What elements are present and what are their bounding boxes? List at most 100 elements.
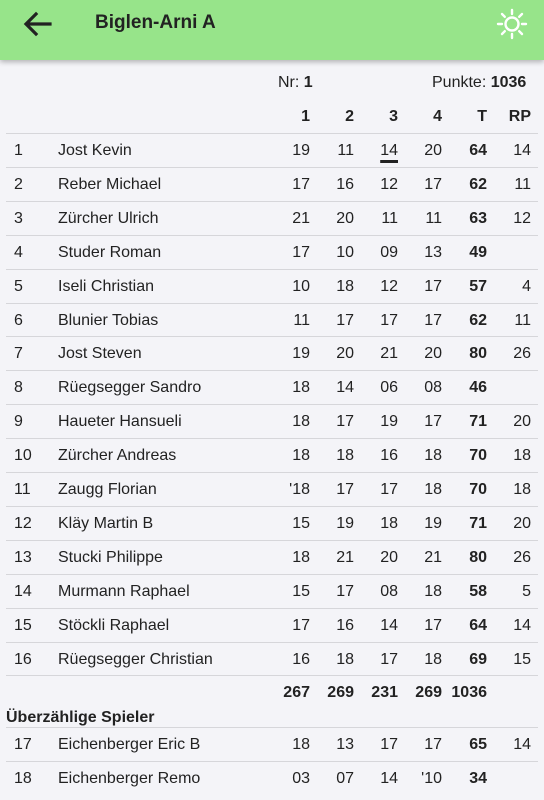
score-cell: 08: [424, 379, 442, 397]
total-cell: 63: [469, 209, 487, 227]
column-total-cell: 1036: [451, 684, 487, 702]
player-name-cell: Studer Roman: [58, 243, 162, 261]
score-cell: 13: [336, 736, 354, 753]
rp-cell: 14: [513, 736, 531, 753]
score-cell: 18: [380, 514, 398, 532]
table-row[interactable]: 13 Stucki Philippe 18 21 20 21 80 26: [6, 539, 538, 575]
rank-cell: 17: [14, 736, 32, 753]
table-row[interactable]: 17 Eichenberger Eric B 18 13 17 17 65 14: [6, 727, 538, 762]
score-cell: 18: [292, 548, 310, 566]
player-name-cell: Eichenberger Remo: [58, 769, 201, 787]
score-cell: 17: [292, 243, 310, 261]
total-cell: 58: [469, 582, 487, 600]
score-cell: 17: [292, 616, 310, 634]
score-cell: 16: [380, 447, 398, 465]
score-cell: 17: [380, 311, 398, 329]
score-cell: 14: [380, 616, 398, 634]
player-name-cell: Murmann Raphael: [58, 582, 190, 600]
totals-row: 267 269 231 269 1036: [6, 675, 538, 710]
table-row[interactable]: 11 Zaugg Florian '18 17 17 18 70 18: [6, 472, 538, 507]
score-cell: 20: [424, 142, 442, 159]
score-cell: 18: [292, 379, 310, 397]
total-cell: 71: [469, 413, 487, 431]
rp-cell: 5: [522, 582, 531, 600]
score-cell: 18: [424, 447, 442, 465]
score-cell: 19: [292, 142, 310, 159]
total-cell: 70: [469, 447, 487, 465]
player-name-cell: Stöckli Raphael: [58, 616, 170, 634]
theme-toggle-button[interactable]: [496, 8, 528, 40]
header-rp: RP: [508, 108, 531, 125]
table-row[interactable]: 5 Iseli Christian 10 18 12 17 57 4: [6, 268, 538, 304]
header-round-4: 4: [433, 108, 442, 125]
rank-cell: 10: [14, 447, 32, 465]
table-row[interactable]: 14 Murmann Raphael 15 17 08 18 58 5: [6, 573, 538, 609]
total-cell: 62: [469, 175, 487, 193]
score-cell: 17: [424, 175, 442, 193]
nr-value: 1: [303, 74, 313, 91]
score-cell: 21: [380, 345, 398, 363]
table-row[interactable]: 10 Zürcher Andreas 18 18 16 18 70 18: [6, 438, 538, 473]
table-row[interactable]: 7 Jost Steven 19 20 21 20 80 26: [6, 336, 538, 371]
score-cell: 03: [292, 769, 310, 787]
score-cell: 17: [424, 277, 442, 295]
column-total-cell: 267: [283, 684, 310, 702]
rank-cell: 11: [14, 481, 31, 498]
header-total: T: [477, 108, 487, 125]
score-cell: 06: [380, 379, 398, 397]
player-name-cell: Kläy Martin B: [58, 514, 154, 532]
total-cell: 71: [469, 514, 487, 532]
rp-cell: 12: [513, 209, 531, 227]
rank-cell: 5: [14, 277, 23, 295]
table-row[interactable]: 1 Jost Kevin 19 11 14 20 64 14: [6, 133, 538, 168]
rank-cell: 13: [14, 548, 32, 566]
score-cell: 10: [336, 243, 354, 261]
back-button[interactable]: [22, 10, 54, 38]
score-cell: 20: [336, 345, 354, 363]
score-cell: 19: [292, 345, 310, 363]
score-cell: 17: [424, 413, 442, 431]
rank-cell: 12: [14, 514, 32, 532]
score-cell: 21: [292, 209, 310, 227]
table-row[interactable]: 2 Reber Michael 17 16 12 17 62 11: [6, 166, 538, 202]
total-cell: 34: [469, 769, 487, 787]
column-total-cell: 269: [327, 684, 354, 702]
player-name-cell: Eichenberger Eric B: [58, 736, 201, 753]
table-row[interactable]: 15 Stöckli Raphael 17 16 14 17 64 14: [6, 607, 538, 643]
score-cell: '18: [289, 481, 310, 498]
rp-cell: 26: [513, 548, 531, 566]
table-row[interactable]: 3 Zürcher Ulrich 21 20 11 11 63 12: [6, 200, 538, 236]
table-row[interactable]: 4 Studer Roman 17 10 09 13 49: [6, 234, 538, 270]
score-cell: 18: [424, 650, 442, 668]
table-row[interactable]: 9 Haueter Hansueli 18 17 19 17 71 20: [6, 404, 538, 439]
score-cell: 19: [424, 514, 442, 532]
rank-cell: 15: [14, 616, 32, 634]
player-name-cell: Zürcher Ulrich: [58, 209, 159, 227]
score-cell: 18: [424, 582, 442, 600]
score-cell: 17: [380, 650, 398, 668]
score-cell: 13: [424, 243, 442, 261]
rank-cell: 4: [14, 243, 23, 261]
table-row[interactable]: 6 Blunier Tobias 11 17 17 17 62 11: [6, 302, 538, 338]
score-cell: 11: [337, 142, 354, 159]
score-cell: 18: [336, 277, 354, 295]
rank-cell: 2: [14, 175, 23, 193]
player-name-cell: Rüegsegger Sandro: [58, 379, 202, 397]
table-row[interactable]: 18 Eichenberger Remo 03 07 14 '10 34: [6, 760, 538, 796]
rp-cell: 15: [513, 650, 531, 668]
table-row[interactable]: 12 Kläy Martin B 15 19 18 19 71 20: [6, 505, 538, 541]
player-name-cell: Rüegsegger Christian: [58, 650, 213, 668]
total-cell: 80: [469, 548, 487, 566]
score-cell: 17: [336, 311, 354, 329]
score-cell: 20: [380, 548, 398, 566]
score-cell: 17: [424, 616, 442, 634]
rank-cell: 7: [14, 345, 23, 363]
table-row[interactable]: 8 Rüegsegger Sandro 18 14 06 08 46: [6, 370, 538, 405]
table-row[interactable]: 16 Rüegsegger Christian 16 18 17 18 69 15: [6, 641, 538, 677]
score-cell: 18: [336, 650, 354, 668]
score-cell: 07: [336, 769, 354, 787]
rp-cell: 18: [513, 447, 531, 465]
extra-players-heading: Überzählige Spieler: [6, 709, 155, 726]
score-cell: 12: [380, 277, 398, 295]
rp-cell: 4: [522, 277, 531, 295]
